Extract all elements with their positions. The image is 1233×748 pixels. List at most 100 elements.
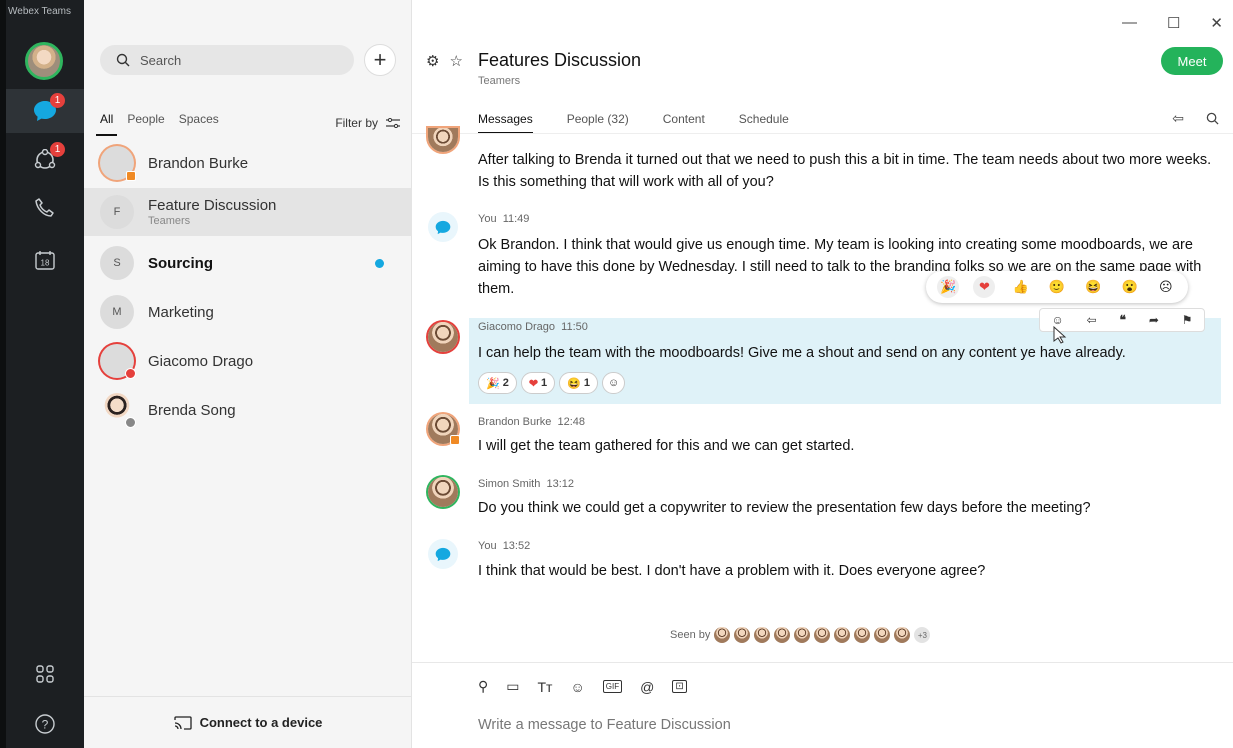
unread-dot (375, 259, 384, 268)
avatar (854, 627, 871, 643)
reply-icon[interactable]: ⇦ (1087, 313, 1097, 327)
dnd-status-icon (125, 368, 136, 379)
meetings-nav-button[interactable]: 18 (6, 238, 84, 282)
settings-gear-icon[interactable]: ⚙ (426, 52, 439, 70)
surprised-emoji-icon[interactable]: 😮 (1119, 276, 1141, 298)
filter-by-button[interactable]: Filter by (335, 110, 400, 136)
heart-emoji-icon[interactable]: ❤ (973, 276, 996, 298)
reaction-chip[interactable]: 😆 1 (559, 372, 598, 394)
avatar (814, 627, 831, 643)
mention-icon[interactable]: @ (640, 679, 654, 695)
tab-schedule[interactable]: Schedule (739, 110, 789, 134)
conversation-item[interactable]: Brandon Burke (84, 139, 412, 187)
connect-label: Connect to a device (199, 715, 323, 730)
filter-sliders-icon (386, 118, 400, 128)
calendar-icon: 18 (35, 251, 55, 270)
message-time: 11:49 (502, 213, 530, 225)
search-messages-icon[interactable] (1206, 112, 1219, 125)
avatar (428, 414, 460, 445)
heart-emoji-icon: ❤ (528, 377, 539, 390)
close-icon[interactable]: ✕ (1210, 14, 1223, 32)
search-placeholder: Search (140, 52, 182, 68)
favorite-star-icon[interactable]: ☆ (449, 52, 462, 70)
conversation-item[interactable]: S Sourcing (84, 239, 412, 287)
conversation-item-selected[interactable]: F Feature Discussion Teamers (84, 188, 412, 236)
help-nav-button[interactable]: ? (6, 702, 84, 746)
chat-bubble-icon (435, 220, 451, 234)
smile-emoji-icon[interactable]: 🙂 (1046, 276, 1068, 298)
calls-nav-button[interactable] (6, 186, 84, 230)
filter-all-tab[interactable]: All (95, 110, 118, 136)
reaction-chip[interactable]: ❤ 1 (520, 372, 556, 394)
read-receipts[interactable]: Seen by +3 (670, 627, 931, 643)
reaction-chip[interactable]: 🎉 2 (478, 372, 517, 394)
search-input[interactable]: Search (100, 45, 354, 75)
add-reaction-icon[interactable]: ☺ (1051, 313, 1063, 327)
my-avatar[interactable] (25, 42, 63, 80)
attach-icon[interactable]: ⚲ (478, 678, 488, 695)
conversation-name: Marketing (148, 303, 214, 321)
phone-icon (35, 198, 54, 217)
maximize-icon[interactable]: ☐ (1167, 14, 1180, 32)
messages-nav-button[interactable]: 1 (6, 89, 84, 133)
quote-icon[interactable]: ❝ (1120, 313, 1126, 327)
video-status-icon (126, 171, 136, 181)
message-text: After talking to Brenda it turned out th… (478, 152, 1212, 190)
divider (412, 133, 1233, 134)
teams-nav-button[interactable]: 1 (6, 138, 84, 182)
party-emoji-icon[interactable]: 🎉 (937, 276, 960, 298)
conversation-name: Giacomo Drago (148, 352, 254, 370)
filter-spaces-tab[interactable]: Spaces (179, 110, 219, 136)
tab-tools: ⇦ (1172, 110, 1219, 127)
whiteboard-icon[interactable]: ▭ (506, 678, 519, 695)
contact-card-icon[interactable]: ⊡ (672, 680, 687, 693)
teams-badge: 1 (50, 142, 65, 157)
message-input[interactable]: Write a message to Feature Discussion (478, 717, 731, 733)
space-panel: — ☐ ✕ ⚙ ☆ Features Discussion Teamers Me… (412, 0, 1233, 748)
space-header-icons: ⚙ ☆ (426, 52, 463, 70)
avatar: F (100, 195, 134, 229)
conversation-item[interactable]: M Marketing (84, 288, 412, 336)
connect-device-button[interactable]: Connect to a device (84, 696, 412, 748)
tab-content[interactable]: Content (663, 110, 705, 134)
search-icon (116, 53, 130, 67)
message-author: Brandon Burke (478, 416, 552, 428)
space-team[interactable]: Teamers (478, 75, 520, 87)
laugh-emoji-icon[interactable]: 😆 (1082, 276, 1104, 298)
flag-icon[interactable]: ⚑ (1182, 313, 1193, 327)
tab-people[interactable]: People (32) (567, 110, 629, 134)
apps-grid-icon (36, 665, 54, 683)
messages-badge: 1 (50, 93, 65, 108)
minimize-icon[interactable]: — (1122, 14, 1137, 32)
conversation-item[interactable]: Brenda Song (84, 386, 412, 434)
avatar (774, 627, 791, 643)
emoji-icon[interactable]: ☺ (570, 679, 584, 695)
avatar (794, 627, 811, 643)
tab-messages[interactable]: Messages (478, 110, 533, 134)
reaction-count: 1 (541, 377, 548, 389)
sad-emoji-icon[interactable]: ☹ (1155, 276, 1177, 298)
forward-icon[interactable]: ➦ (1149, 313, 1159, 327)
new-conversation-button[interactable]: + (364, 44, 396, 76)
conversation-team: Teamers (148, 215, 191, 227)
emoji-reaction-picker: 🎉 ❤ 👍 🙂 😆 😮 ☹ (926, 271, 1188, 303)
meet-button[interactable]: Meet (1161, 47, 1223, 75)
message-time: 12:48 (557, 416, 586, 428)
space-tabs: Messages People (32) Content Schedule (478, 110, 789, 134)
avatar (428, 539, 458, 569)
gif-icon[interactable]: GIF (602, 680, 623, 693)
filter-people-tab[interactable]: People (127, 110, 164, 136)
conversation-filters: All People Spaces Filter by (95, 110, 400, 136)
apps-nav-button[interactable] (6, 652, 84, 696)
conversation-name: Sourcing (148, 254, 214, 272)
thumbs-up-emoji-icon[interactable]: 👍 (1010, 276, 1032, 298)
avatar (714, 627, 731, 643)
conversation-item[interactable]: Giacomo Drago (84, 337, 412, 385)
text-format-icon[interactable]: Tт (538, 679, 553, 695)
share-icon[interactable]: ⇦ (1172, 110, 1184, 127)
message-author: You (478, 540, 497, 552)
message-text: Do you think we could get a copywriter t… (478, 500, 1091, 516)
conversation-name: Brandon Burke (148, 154, 249, 172)
add-reaction-button[interactable]: ☺ (602, 372, 626, 394)
message-time: 11:50 (561, 321, 588, 333)
